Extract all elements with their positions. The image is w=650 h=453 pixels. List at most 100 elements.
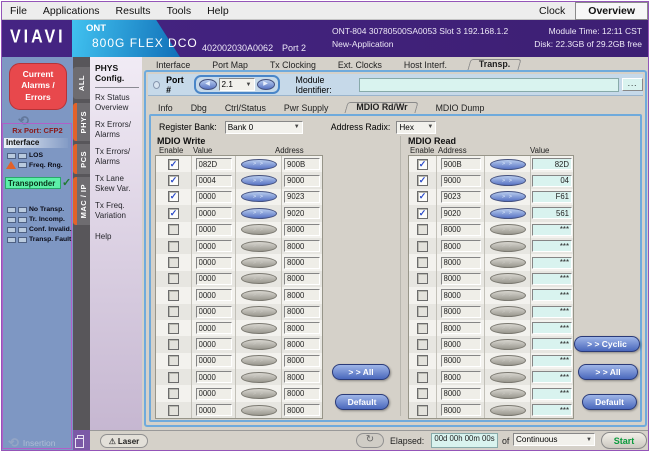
transfer-button[interactable]: > >: [241, 208, 277, 219]
value-input[interactable]: [532, 257, 572, 269]
enable-checkbox[interactable]: ✓: [417, 191, 428, 202]
value-input[interactable]: [532, 207, 572, 219]
transfer-button[interactable]: > >: [490, 339, 526, 350]
address-input[interactable]: [284, 207, 320, 219]
nav-title-phys-config[interactable]: PHYS Config.: [95, 63, 139, 88]
transfer-button[interactable]: > >: [490, 355, 526, 366]
transfer-button[interactable]: > >: [490, 323, 526, 334]
address-input[interactable]: [441, 191, 481, 203]
write-default-button[interactable]: Default: [335, 394, 389, 410]
transfer-button[interactable]: > >: [241, 257, 277, 268]
transponder-selector[interactable]: Transponder: [5, 177, 61, 189]
tab-all[interactable]: ALL: [73, 67, 90, 99]
transfer-button[interactable]: > >: [241, 175, 277, 186]
transfer-button[interactable]: > >: [490, 208, 526, 219]
enable-checkbox[interactable]: [417, 323, 428, 334]
address-input[interactable]: [284, 191, 320, 203]
transfer-button[interactable]: > >: [241, 405, 277, 416]
value-input[interactable]: [196, 371, 232, 383]
copy-view-button[interactable]: [73, 430, 90, 450]
overview-button[interactable]: Overview: [575, 2, 648, 20]
value-input[interactable]: [532, 388, 572, 400]
enable-checkbox[interactable]: [168, 339, 179, 350]
module-identifier-field[interactable]: [359, 78, 619, 92]
enable-checkbox[interactable]: [168, 405, 179, 416]
enable-checkbox[interactable]: ✓: [168, 175, 179, 186]
address-input[interactable]: [441, 322, 481, 334]
tab-interface[interactable]: Interface: [156, 60, 190, 70]
value-input[interactable]: [532, 289, 572, 301]
transfer-button[interactable]: > >: [241, 290, 277, 301]
value-input[interactable]: [532, 404, 572, 416]
transfer-button[interactable]: > >: [241, 224, 277, 235]
value-input[interactable]: [196, 355, 232, 367]
nav-item-tx-lane-skew[interactable]: Tx Lane Skew Var.: [95, 174, 139, 193]
enable-checkbox[interactable]: [417, 290, 428, 301]
value-input[interactable]: [532, 273, 572, 285]
read-default-button[interactable]: Default: [582, 394, 637, 410]
address-input[interactable]: [441, 257, 481, 269]
value-input[interactable]: [196, 191, 232, 203]
value-input[interactable]: [196, 257, 232, 269]
address-input[interactable]: [284, 257, 320, 269]
address-input[interactable]: [441, 207, 481, 219]
enable-checkbox[interactable]: [168, 306, 179, 317]
address-input[interactable]: [441, 388, 481, 400]
enable-checkbox[interactable]: [417, 224, 428, 235]
tab-mac-ip[interactable]: MAC / IP: [73, 177, 90, 225]
address-input[interactable]: [284, 273, 320, 285]
address-input[interactable]: [441, 224, 481, 236]
value-input[interactable]: [196, 273, 232, 285]
port-next-button[interactable]: ▶: [257, 79, 275, 90]
enable-checkbox[interactable]: [168, 290, 179, 301]
address-input[interactable]: [441, 240, 481, 252]
enable-checkbox[interactable]: [417, 257, 428, 268]
value-input[interactable]: [532, 322, 572, 334]
address-input[interactable]: [284, 224, 320, 236]
laser-button[interactable]: ⚠ Laser: [100, 434, 148, 448]
transfer-button[interactable]: > >: [241, 339, 277, 350]
write-all-button[interactable]: > > All: [332, 364, 390, 380]
tab-host-interf[interactable]: Host Interf.: [404, 60, 447, 70]
address-input[interactable]: [441, 273, 481, 285]
port-prev-button[interactable]: ◀: [199, 79, 217, 90]
enable-checkbox[interactable]: [168, 273, 179, 284]
subtab-dbg[interactable]: Dbg: [191, 103, 207, 113]
address-input[interactable]: [284, 240, 320, 252]
address-input[interactable]: [441, 175, 481, 187]
value-input[interactable]: [196, 338, 232, 350]
value-input[interactable]: [532, 175, 572, 187]
address-input[interactable]: [284, 371, 320, 383]
subtab-mdio-dump[interactable]: MDIO Dump: [436, 103, 485, 113]
tab-tx-clocking[interactable]: Tx Clocking: [270, 60, 316, 70]
value-input[interactable]: [532, 338, 572, 350]
value-input[interactable]: [532, 224, 572, 236]
transfer-button[interactable]: > >: [490, 159, 526, 170]
value-input[interactable]: [532, 240, 572, 252]
address-input[interactable]: [284, 158, 320, 170]
transfer-button[interactable]: > >: [241, 159, 277, 170]
transfer-button[interactable]: > >: [490, 290, 526, 301]
current-alarms-button[interactable]: Current Alarms / Errors: [9, 63, 67, 110]
duration-select[interactable]: Continuous▼: [513, 433, 595, 446]
enable-checkbox[interactable]: [417, 306, 428, 317]
transfer-button[interactable]: > >: [241, 355, 277, 366]
nav-item-tx-freq-variation[interactable]: Tx Freq. Variation: [95, 201, 139, 220]
value-input[interactable]: [196, 322, 232, 334]
transfer-button[interactable]: > >: [490, 405, 526, 416]
enable-checkbox[interactable]: ✓: [168, 191, 179, 202]
tab-phys[interactable]: PHYS: [73, 103, 90, 141]
address-input[interactable]: [441, 306, 481, 318]
insertion-control[interactable]: ⟲ Insertion: [8, 435, 56, 451]
value-input[interactable]: [532, 355, 572, 367]
transfer-button[interactable]: > >: [241, 273, 277, 284]
subtab-ctrl-status[interactable]: Ctrl/Status: [225, 103, 266, 113]
address-input[interactable]: [284, 306, 320, 318]
transfer-button[interactable]: > >: [490, 388, 526, 399]
address-input[interactable]: [441, 158, 481, 170]
address-input[interactable]: [284, 175, 320, 187]
value-input[interactable]: [532, 306, 572, 318]
enable-checkbox[interactable]: ✓: [417, 175, 428, 186]
menu-help[interactable]: Help: [199, 5, 237, 17]
address-input[interactable]: [441, 338, 481, 350]
